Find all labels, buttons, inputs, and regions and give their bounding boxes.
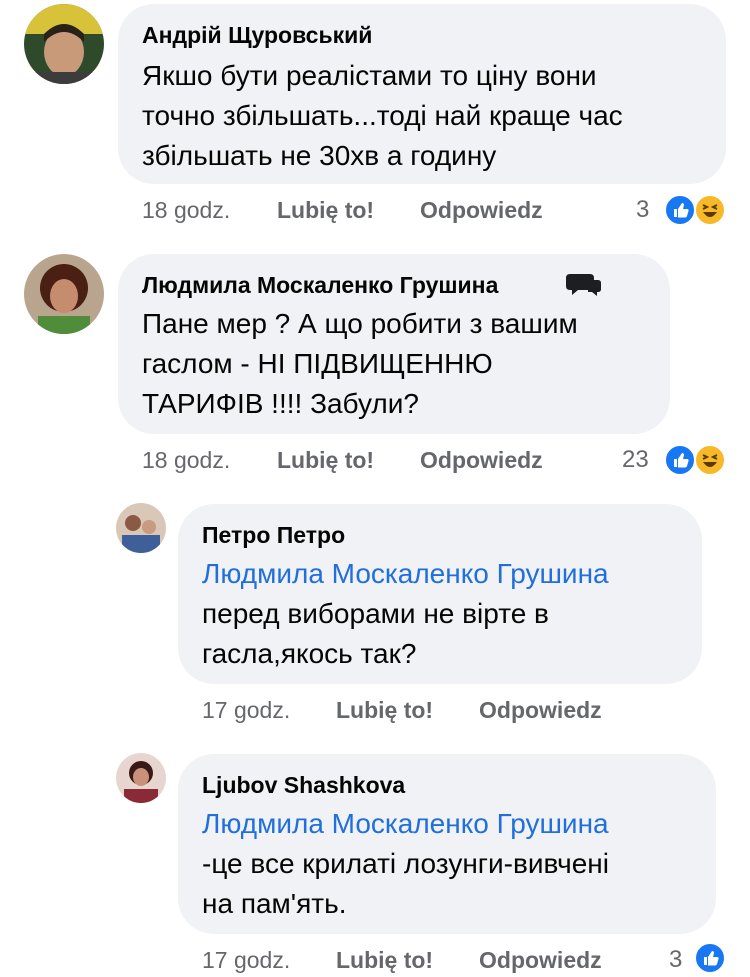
mention-link[interactable]: Людмила Москаленко Грушина bbox=[202, 554, 609, 594]
comment-text-line: Пане мер ? А що робити з вашим bbox=[142, 308, 578, 339]
comment-author[interactable]: Людмила Москаленко Грушина bbox=[142, 272, 498, 299]
reaction-count[interactable]: 3 bbox=[636, 196, 649, 224]
comment-text-line: гасла,якось так? bbox=[202, 638, 417, 669]
comment-time[interactable]: 17 godz. bbox=[202, 947, 290, 974]
comment-text-line: точно збільшать...тоді най краще час bbox=[142, 100, 623, 131]
haha-icon[interactable] bbox=[694, 194, 726, 226]
comment-text-line: перед виборами не вірте в bbox=[202, 598, 549, 629]
comment-author[interactable]: Андрій Щуровський bbox=[142, 22, 372, 49]
like-button[interactable]: Lubię to! bbox=[336, 697, 433, 724]
comment-text: Якшо бути реалістами то ціну вони точно … bbox=[142, 56, 623, 176]
like-icon[interactable] bbox=[664, 444, 696, 476]
comment-text-line: Якшо бути реалістами то ціну вони bbox=[142, 60, 597, 91]
comment-time[interactable]: 17 godz. bbox=[202, 697, 290, 724]
avatar[interactable] bbox=[24, 254, 104, 334]
comment-author[interactable]: Ljubov Shashkova bbox=[202, 772, 405, 799]
reply-button[interactable]: Odpowiedz bbox=[479, 697, 602, 724]
like-icon[interactable] bbox=[694, 942, 726, 974]
avatar[interactable] bbox=[116, 503, 166, 553]
comment-time[interactable]: 18 godz. bbox=[142, 197, 230, 224]
comment-text-line: гаслом - НІ ПІДВИЩЕННЮ bbox=[142, 348, 493, 379]
comment-text: Пане мер ? А що робити з вашим гаслом - … bbox=[142, 304, 578, 424]
comment-text-line: -це все крилаті лозунги-вивчені bbox=[202, 848, 609, 879]
like-icon[interactable] bbox=[664, 194, 696, 226]
haha-icon[interactable] bbox=[694, 444, 726, 476]
conversation-starter-icon[interactable] bbox=[562, 268, 606, 302]
like-button[interactable]: Lubię to! bbox=[336, 947, 433, 974]
reply-button[interactable]: Odpowiedz bbox=[420, 197, 543, 224]
avatar[interactable] bbox=[24, 4, 104, 84]
reply-button[interactable]: Odpowiedz bbox=[479, 947, 602, 974]
like-button[interactable]: Lubię to! bbox=[277, 197, 374, 224]
comment-time[interactable]: 18 godz. bbox=[142, 447, 230, 474]
comment-author[interactable]: Петро Петро bbox=[202, 522, 345, 549]
comment-text: Людмила Москаленко Грушина перед виборам… bbox=[202, 554, 609, 674]
comment-text-line: на пам'ять. bbox=[202, 888, 347, 919]
reply-button[interactable]: Odpowiedz bbox=[420, 447, 543, 474]
comment-text-line: збільшать не 30хв а годину bbox=[142, 140, 497, 171]
mention-link[interactable]: Людмила Москаленко Грушина bbox=[202, 804, 609, 844]
comment-text: Людмила Москаленко Грушина -це все крила… bbox=[202, 804, 609, 924]
comment-text-line: ТАРИФІВ !!!! Забули? bbox=[142, 388, 419, 419]
reaction-count[interactable]: 3 bbox=[669, 946, 682, 974]
like-button[interactable]: Lubię to! bbox=[277, 447, 374, 474]
reaction-count[interactable]: 23 bbox=[622, 446, 649, 474]
avatar[interactable] bbox=[116, 753, 166, 803]
